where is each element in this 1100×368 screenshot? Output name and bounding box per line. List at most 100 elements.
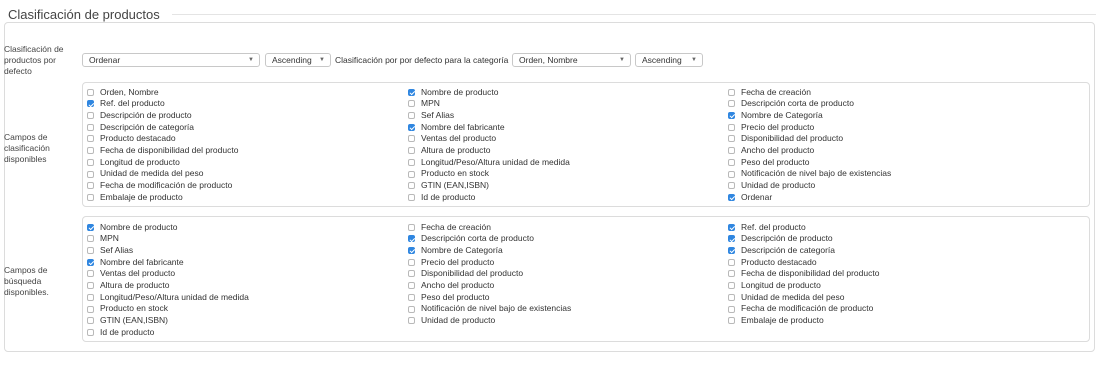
checkbox-label: Unidad de medida del peso [741, 291, 845, 302]
product-sorting-panel: Clasificación de productos Clasificación… [0, 0, 1100, 368]
checkbox-unchecked[interactable] [87, 293, 94, 301]
checkbox-unchecked[interactable] [728, 182, 735, 190]
checkbox-label: Disponibilidad del producto [421, 268, 524, 279]
checkbox-label: Fecha de disponibilidad del producto [741, 268, 880, 279]
chevron-down-icon: ▼ [248, 57, 254, 63]
checkbox-unchecked[interactable] [728, 282, 735, 290]
direction-select[interactable]: Ascending ▼ [265, 53, 331, 67]
checkbox-label: Longitud/Peso/Altura unidad de medida [100, 291, 249, 302]
checkbox-unchecked[interactable] [87, 270, 94, 278]
checkbox-unchecked[interactable] [728, 88, 735, 96]
checkbox-unchecked[interactable] [728, 258, 735, 266]
checkbox-checked[interactable] [728, 223, 735, 231]
checkbox-label: Unidad de medida del peso [100, 168, 204, 179]
checkbox-unchecked[interactable] [408, 258, 415, 266]
checkbox-unchecked[interactable] [408, 293, 415, 301]
checkbox-unchecked[interactable] [408, 147, 415, 155]
category-sort-select-value: Orden, Nombre [519, 55, 578, 65]
checkbox-unchecked[interactable] [87, 135, 94, 143]
checkbox-unchecked[interactable] [408, 317, 415, 325]
checkbox-label: Id de producto [421, 191, 476, 202]
checkbox-unchecked[interactable] [87, 170, 94, 178]
checkbox-unchecked[interactable] [87, 88, 94, 96]
checkbox-unchecked[interactable] [408, 282, 415, 290]
checkbox-unchecked[interactable] [87, 193, 94, 201]
checkbox-checked[interactable] [728, 112, 735, 120]
chevron-down-icon: ▼ [619, 57, 625, 63]
category-sort-select[interactable]: Orden, Nombre ▼ [512, 53, 631, 67]
checkbox-unchecked[interactable] [728, 135, 735, 143]
checkbox-label: Precio del producto [421, 256, 495, 267]
checkbox-label: Notificación de nivel bajo de existencia… [741, 168, 892, 179]
checkbox-unchecked[interactable] [87, 147, 94, 155]
checkbox-checked[interactable] [728, 235, 735, 243]
checkbox-label: Descripción corta de producto [421, 233, 534, 244]
checkbox-unchecked[interactable] [87, 282, 94, 290]
checkbox-unchecked[interactable] [728, 317, 735, 325]
checkbox-unchecked[interactable] [408, 135, 415, 143]
checkbox-label: Ref. del producto [100, 98, 165, 109]
checkbox-label: Nombre de producto [100, 221, 178, 232]
checkbox-label: Producto en stock [100, 303, 169, 314]
checkbox-unchecked[interactable] [87, 182, 94, 190]
checkbox-unchecked[interactable] [87, 328, 94, 336]
checkbox-unchecked[interactable] [408, 305, 415, 313]
checkbox-label: MPN [100, 233, 119, 244]
checkbox-label: Fecha de creación [421, 221, 491, 232]
checkbox-unchecked[interactable] [87, 305, 94, 313]
checkbox-unchecked[interactable] [87, 317, 94, 325]
sort-fields-label: Campos de clasificación disponibles [4, 132, 50, 164]
checkbox-checked[interactable] [87, 258, 94, 266]
checkbox-unchecked[interactable] [87, 158, 94, 166]
checkbox-unchecked[interactable] [87, 112, 94, 120]
checkbox-label: Fecha de disponibilidad del producto [100, 144, 239, 155]
checkbox-checked[interactable] [408, 235, 415, 243]
checkbox-unchecked[interactable] [728, 293, 735, 301]
checkbox-unchecked[interactable] [728, 270, 735, 278]
checkbox-label: Ancho del producto [741, 144, 815, 155]
checkbox-checked[interactable] [408, 247, 415, 255]
checkbox-label: Descripción de producto [741, 233, 833, 244]
checkbox-checked[interactable] [87, 223, 94, 231]
chevron-down-icon: ▼ [691, 57, 697, 63]
category-direction-select-value: Ascending [642, 55, 682, 65]
checkbox-unchecked[interactable] [87, 235, 94, 243]
category-direction-select[interactable]: Ascending ▼ [635, 53, 703, 67]
checkbox-unchecked[interactable] [408, 112, 415, 120]
checkbox-label: Embalaje de producto [741, 315, 824, 325]
checkbox-unchecked[interactable] [87, 247, 94, 255]
checkbox-unchecked[interactable] [728, 158, 735, 166]
checkbox-unchecked[interactable] [408, 223, 415, 231]
search-fields-label: Campos de búsqueda disponibles. [4, 265, 49, 297]
checkbox-label: Peso del producto [421, 291, 490, 302]
checkbox-unchecked[interactable] [728, 100, 735, 108]
checkbox-label: Ref. del producto [741, 221, 806, 232]
checkbox-unchecked[interactable] [408, 100, 415, 108]
default-sort-label: Clasificación de productos por defecto [4, 44, 64, 76]
checkbox-unchecked[interactable] [728, 123, 735, 131]
checkbox-checked[interactable] [87, 100, 94, 108]
checkbox-label: Embalaje de producto [100, 191, 183, 202]
checkbox-unchecked[interactable] [728, 305, 735, 313]
checkbox-checked[interactable] [408, 123, 415, 131]
order-select-value: Ordenar [89, 55, 121, 65]
checkbox-unchecked[interactable] [408, 193, 415, 201]
checkbox-label: Disponibilidad del producto [741, 133, 844, 144]
checkbox-unchecked[interactable] [408, 270, 415, 278]
checkbox-unchecked[interactable] [728, 147, 735, 155]
category-default-sort-label: Clasificación por por defecto para la ca… [335, 55, 509, 65]
checkbox-unchecked[interactable] [408, 170, 415, 178]
checkbox-label: GTIN (EAN,ISBN) [421, 180, 490, 190]
order-select[interactable]: Ordenar ▼ [82, 53, 260, 67]
checkbox-label: Longitud de producto [741, 279, 821, 290]
checkbox-unchecked[interactable] [408, 158, 415, 166]
checkbox-label: Unidad de producto [741, 180, 816, 190]
checkbox-unchecked[interactable] [728, 170, 735, 178]
checkbox-checked[interactable] [728, 247, 735, 255]
legend-divider [172, 14, 1096, 15]
checkbox-unchecked[interactable] [87, 123, 94, 131]
checkbox-unchecked[interactable] [408, 182, 415, 190]
checkbox-checked[interactable] [728, 193, 735, 201]
checkbox-checked[interactable] [408, 88, 415, 96]
checkbox-label: Longitud de producto [100, 156, 180, 167]
